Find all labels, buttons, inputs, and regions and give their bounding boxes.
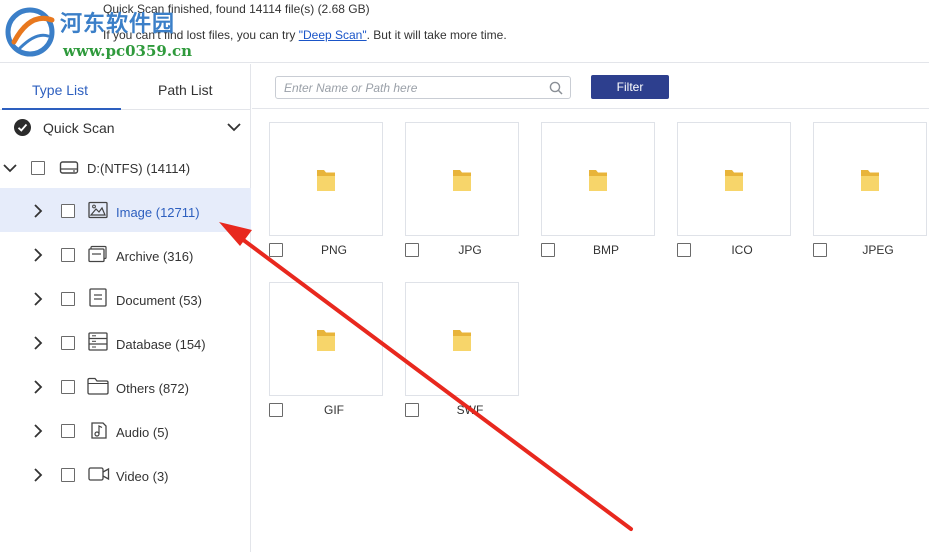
tile-checkbox[interactable]	[405, 403, 419, 417]
folder-icon	[453, 330, 471, 351]
category-row-database[interactable]: Database (154)	[0, 320, 251, 364]
chevron-right-icon[interactable]	[33, 468, 43, 482]
category-checkbox[interactable]	[61, 248, 75, 262]
tile-checkbox[interactable]	[541, 243, 555, 257]
category-label: Database (154)	[116, 337, 206, 352]
drive-icon	[59, 161, 79, 174]
search-input[interactable]	[284, 79, 546, 97]
category-checkbox[interactable]	[61, 468, 75, 482]
tab-type-list[interactable]: Type List	[32, 82, 88, 98]
drive-checkbox[interactable]	[31, 161, 45, 175]
tile-label: ICO	[731, 243, 753, 257]
category-label: Audio (5)	[116, 425, 169, 440]
chevron-right-icon[interactable]	[33, 424, 43, 438]
category-row-archive[interactable]: Archive (316)	[0, 232, 251, 276]
category-label: Image (12711)	[116, 205, 200, 220]
tile-checkbox[interactable]	[269, 403, 283, 417]
tile-preview[interactable]	[269, 282, 383, 396]
check-circle-icon	[14, 119, 31, 136]
folder-icon	[87, 377, 109, 395]
tile-preview[interactable]	[813, 122, 927, 236]
category-row-audio[interactable]: Audio (5)	[0, 408, 251, 452]
chevron-right-icon[interactable]	[33, 380, 43, 394]
chevron-right-icon[interactable]	[33, 204, 43, 218]
top-bar: Quick Scan finished, found 14114 file(s)…	[0, 0, 929, 63]
scan-mode-selector[interactable]: Quick Scan	[0, 110, 250, 148]
video-icon	[88, 467, 110, 481]
sidebar-tabs: Type List Path List	[0, 64, 250, 110]
category-checkbox[interactable]	[61, 204, 75, 218]
tile-preview[interactable]	[677, 122, 791, 236]
category-checkbox[interactable]	[61, 424, 75, 438]
category-label: Video (3)	[116, 469, 169, 484]
folder-icon	[589, 170, 607, 191]
tile-checkbox[interactable]	[813, 243, 827, 257]
folder-icon	[317, 330, 335, 351]
tile-checkbox[interactable]	[677, 243, 691, 257]
category-checkbox[interactable]	[61, 292, 75, 306]
chevron-down-icon[interactable]	[3, 163, 17, 173]
category-label: Others (872)	[116, 381, 189, 396]
folder-icon	[453, 170, 471, 191]
tile-label: GIF	[324, 403, 344, 417]
tile-label: BMP	[592, 243, 619, 257]
search-icon[interactable]	[549, 81, 563, 95]
category-row-document[interactable]: Document (53)	[0, 276, 251, 320]
category-row-video[interactable]: Video (3)	[0, 452, 251, 496]
drive-label: D:(NTFS) (14114)	[87, 161, 191, 176]
tile-label: JPG	[458, 243, 482, 257]
hint-text-before: If you can't find lost files, you can tr…	[103, 28, 299, 42]
database-icon	[88, 332, 108, 351]
drive-row[interactable]: D:(NTFS) (14114)	[0, 150, 251, 186]
scan-status-text: Quick Scan finished, found 14114 file(s)…	[103, 2, 370, 16]
tile-preview[interactable]	[405, 122, 519, 236]
image-icon	[88, 201, 108, 219]
chevron-right-icon[interactable]	[33, 248, 43, 262]
tile-label: SWF	[456, 403, 484, 417]
toolbar-divider	[252, 108, 929, 109]
tile-label: JPEG	[862, 243, 894, 257]
tab-path-list[interactable]: Path List	[158, 82, 212, 98]
audio-icon	[91, 422, 107, 439]
category-checkbox[interactable]	[61, 336, 75, 350]
category-label: Document (53)	[116, 293, 202, 308]
chevron-right-icon[interactable]	[33, 336, 43, 350]
folder-icon	[317, 170, 335, 191]
category-row-image[interactable]: Image (12711)	[0, 188, 251, 232]
category-checkbox[interactable]	[61, 380, 75, 394]
deep-scan-link[interactable]: "Deep Scan"	[299, 28, 367, 42]
hint-text-after: . But it will take more time.	[366, 28, 507, 42]
chevron-right-icon[interactable]	[33, 292, 43, 306]
folder-icon	[861, 170, 879, 191]
sidebar: Type List Path List Quick Scan D:(NTFS) …	[0, 64, 251, 552]
category-label: Archive (316)	[116, 249, 194, 264]
folder-icon	[725, 170, 743, 191]
deep-scan-hint: If you can't find lost files, you can tr…	[103, 28, 507, 42]
category-row-others[interactable]: Others (872)	[0, 364, 251, 408]
tile-preview[interactable]	[405, 282, 519, 396]
search-box	[275, 76, 571, 99]
chevron-down-icon[interactable]	[227, 122, 241, 132]
archive-icon	[88, 245, 107, 263]
tile-checkbox[interactable]	[405, 243, 419, 257]
tile-preview[interactable]	[269, 122, 383, 236]
tile-checkbox[interactable]	[269, 243, 283, 257]
tile-preview[interactable]	[541, 122, 655, 236]
filter-button[interactable]: Filter	[591, 75, 669, 99]
tile-label: PNG	[320, 243, 347, 257]
document-icon	[89, 288, 107, 307]
scan-mode-label: Quick Scan	[43, 120, 115, 136]
